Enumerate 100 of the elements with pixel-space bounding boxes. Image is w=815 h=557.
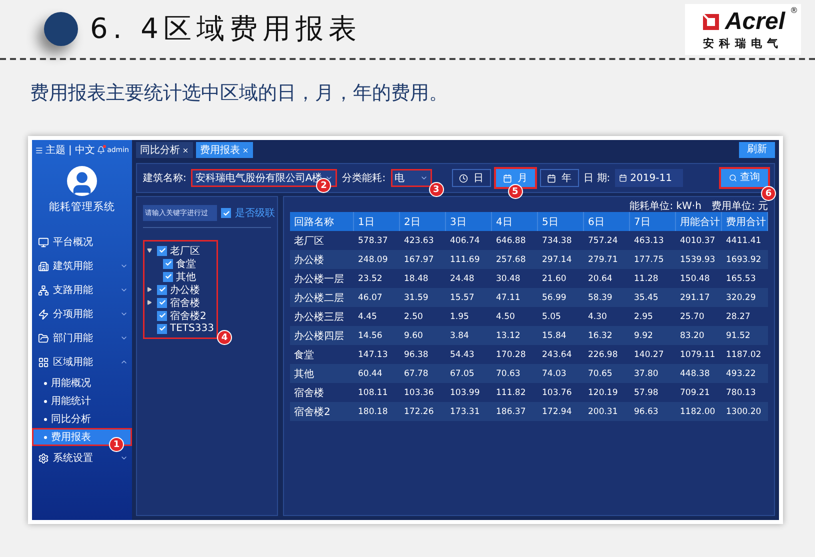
table-cell: 167.97 xyxy=(400,250,446,269)
tree-node-label[interactable]: 老厂区 xyxy=(170,244,200,258)
tree-node-label[interactable]: TETS333 xyxy=(170,323,214,334)
column-header: 6日 xyxy=(584,212,630,231)
table-cell: 60.44 xyxy=(354,364,400,383)
table-cell: 448.38 xyxy=(676,364,722,383)
calendar-icon xyxy=(619,174,628,182)
tree-checkbox[interactable] xyxy=(157,324,167,334)
nav-item[interactable]: 支路用能 xyxy=(32,278,132,302)
logo-mark-icon xyxy=(700,12,721,32)
table-cell: 58.39 xyxy=(584,288,630,307)
column-header: 2日 xyxy=(400,212,446,231)
cascade-checkbox[interactable] xyxy=(221,208,231,218)
table-cell: 70.65 xyxy=(584,364,630,383)
callout-number: 6 xyxy=(761,186,776,201)
table-cell: 办公楼四层 xyxy=(290,326,354,345)
category-select[interactable]: 电 xyxy=(390,169,432,187)
table-cell: 200.31 xyxy=(584,402,630,421)
field-label: 建筑名称: xyxy=(143,172,186,185)
cascade-label: 是否级联 xyxy=(235,207,275,220)
nav-item[interactable]: 分项用能 xyxy=(32,302,132,326)
nav-icon xyxy=(38,452,49,464)
tree-checkbox[interactable] xyxy=(157,246,167,256)
callout-number: 3 xyxy=(428,182,444,197)
nav-icon xyxy=(38,332,49,344)
tree-checkbox[interactable] xyxy=(157,310,167,320)
menu-icon[interactable] xyxy=(35,146,44,154)
table-cell: 47.11 xyxy=(492,288,538,307)
table-cell: 1300.20 xyxy=(722,402,768,421)
table-cell: 3.84 xyxy=(446,326,492,345)
tree-node-label[interactable]: 宿舍楼 xyxy=(170,296,200,310)
nav-icon xyxy=(38,308,49,320)
caret-icon[interactable] xyxy=(147,287,152,292)
column-header: 3日 xyxy=(446,212,492,231)
tree-node-label[interactable]: 办公楼 xyxy=(170,282,200,296)
field-label: 分类能耗: xyxy=(342,172,386,185)
search-icon xyxy=(729,174,737,182)
table-cell: 493.22 xyxy=(722,364,768,383)
tree-checkbox[interactable] xyxy=(163,258,173,268)
caret-icon[interactable] xyxy=(147,300,152,305)
table-cell: 180.18 xyxy=(354,402,400,421)
close-icon[interactable] xyxy=(182,146,189,154)
tree-node-label[interactable]: 其他 xyxy=(176,270,196,284)
tree-checkbox[interactable] xyxy=(163,272,173,282)
nav-subitem[interactable]: 用能统计 xyxy=(32,392,132,410)
table-cell: 83.20 xyxy=(676,326,722,345)
field-label: 日 期: xyxy=(584,172,610,185)
tab[interactable]: 同比分析 xyxy=(136,142,193,158)
caret-icon[interactable] xyxy=(147,248,152,253)
period-button[interactable]: 年 xyxy=(540,169,579,187)
table-cell: 291.17 xyxy=(676,288,722,307)
tab[interactable]: 费用报表 xyxy=(196,142,253,158)
table-cell: 257.68 xyxy=(492,250,538,269)
nav-subitem[interactable]: 用能概况 xyxy=(32,374,132,392)
table-cell: 14.56 xyxy=(354,326,400,345)
table-cell: 96.63 xyxy=(630,402,676,421)
calendar-icon xyxy=(546,174,556,182)
table-cell: 320.29 xyxy=(722,288,768,307)
nav-item[interactable]: 建筑用能 xyxy=(32,254,132,278)
company-logo: Acrel ® 安科瑞电气 xyxy=(685,4,801,54)
table-cell: 111.69 xyxy=(446,250,492,269)
table-cell: 13.12 xyxy=(492,326,538,345)
callout-number: 4 xyxy=(216,330,232,345)
tree-node-label[interactable]: 食堂 xyxy=(176,256,196,270)
nav-item[interactable]: 区域用能 xyxy=(32,350,132,374)
table-cell: 248.09 xyxy=(354,250,400,269)
table-cell: 16.32 xyxy=(584,326,630,345)
bell-icon[interactable] xyxy=(97,146,106,154)
nav-icon xyxy=(38,284,49,296)
theme-language-links[interactable]: 主题 | 中文 xyxy=(45,143,96,157)
table-cell: 172.94 xyxy=(538,402,584,421)
table-cell: 9.92 xyxy=(630,326,676,345)
column-header: 用能合计 xyxy=(676,212,722,231)
nav-subitem[interactable]: 同比分析 xyxy=(32,410,132,428)
column-header: 1日 xyxy=(354,212,400,231)
table-cell: 177.75 xyxy=(630,250,676,269)
table-cell: 1182.00 xyxy=(676,402,722,421)
table-cell: 297.14 xyxy=(538,250,584,269)
table-cell: 宿舍楼2 xyxy=(290,402,354,421)
table-cell: 15.84 xyxy=(538,326,584,345)
section-heading: 6. 4区域费用报表 xyxy=(90,11,362,47)
chevron-icon xyxy=(420,174,428,182)
nav-item[interactable]: 部门用能 xyxy=(32,326,132,350)
calendar-icon xyxy=(502,174,512,182)
date-field[interactable]: 2019-11 xyxy=(615,169,684,187)
tree-node-label[interactable]: 宿舍楼2 xyxy=(170,308,206,322)
table-cell: 91.52 xyxy=(722,326,768,345)
column-header: 5日 xyxy=(538,212,584,231)
table-cell: 74.03 xyxy=(538,364,584,383)
unit-label: 能耗单位: kW·h xyxy=(630,200,702,212)
tree-checkbox[interactable] xyxy=(157,298,167,308)
nav-icon xyxy=(38,236,49,248)
table-cell: 56.99 xyxy=(538,288,584,307)
period-button[interactable]: 日 xyxy=(452,169,491,187)
tree-checkbox[interactable] xyxy=(157,284,167,294)
nav-item[interactable]: 平台概况 xyxy=(32,230,132,254)
table-cell: 186.37 xyxy=(492,402,538,421)
table-cell: 1693.92 xyxy=(722,250,768,269)
table-cell: 67.05 xyxy=(446,364,492,383)
column-header: 费用合计 xyxy=(722,212,768,231)
